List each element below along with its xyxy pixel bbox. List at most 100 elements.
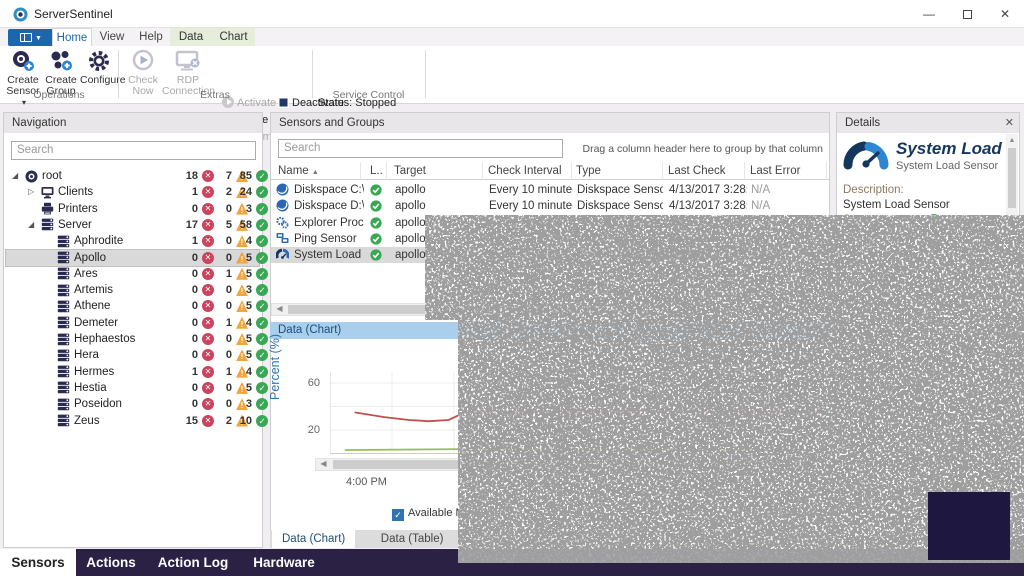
navigation-panel-header: Navigation — [4, 113, 262, 133]
configure-button[interactable]: Configure — [80, 48, 118, 92]
tree-item-hermes[interactable]: Hermes1✕1!4✓ — [6, 364, 259, 380]
rdp-connection-button[interactable]: RDP Connection — [162, 48, 214, 92]
sensor-row-diskspace-c--[interactable]: Diskspace C:\apolloEvery 10 minute(s)Dis… — [271, 182, 829, 198]
scroll-thumb[interactable] — [1008, 148, 1016, 208]
legend-checkbox[interactable]: ✓ — [755, 509, 767, 521]
ok-count-icon: ✓ — [256, 366, 268, 378]
sensor-row-ping-sensor[interactable]: Ping SensorapolloEvery 10 minute(s)Ping … — [271, 231, 829, 247]
footer-tabbar: SensorsActionsAction LogHardware — [0, 549, 1024, 576]
sensor-row-system-load[interactable]: System LoadapolloEvery 10 minute(s)Syste… — [271, 247, 829, 263]
sort-ascending-icon: ▲ — [312, 169, 319, 176]
subtab-data--chart-[interactable]: Data (Chart) — [272, 530, 355, 548]
ribbon-tab-view[interactable]: View — [92, 28, 132, 46]
create-group-button[interactable]: Create Group — [42, 48, 80, 92]
ribbon-tab-home[interactable]: Home — [52, 28, 92, 46]
ribbon: Create Sensor ▾ Create Group Configure O… — [0, 46, 1024, 104]
ok-count-icon: ✓ — [256, 333, 268, 345]
sensors-panel-header: Sensors and Groups — [271, 113, 829, 133]
ping-sensor-icon — [276, 232, 289, 248]
description-label: Description: — [843, 184, 904, 196]
state-value: Activated — [928, 214, 993, 227]
column-header-l--[interactable]: L.. — [367, 162, 387, 180]
tree-item-hestia[interactable]: Hestia0✕0!5✓ — [6, 380, 259, 396]
tree-item-hera[interactable]: Hera0✕0!5✓ — [6, 347, 259, 363]
legend-item: ✓Available Memory (%) — [392, 506, 515, 520]
ok-count-icon: ✓ — [256, 382, 268, 394]
tree-item-aphrodite[interactable]: Aphrodite1✕0!4✓ — [6, 233, 259, 249]
check-now-button[interactable]: Check Now — [124, 48, 162, 92]
legend-checkbox[interactable]: ✓ — [392, 509, 404, 521]
details-vscrollbar[interactable]: ▲ — [1006, 134, 1018, 546]
tree-item-artemis[interactable]: Artemis0✕0!3✓ — [6, 282, 259, 298]
minimize-button[interactable]: — — [910, 0, 948, 28]
operations-group-label: Operations — [0, 89, 118, 101]
ribbon-tab-row: ▼ HomeViewHelpDataChart — [0, 28, 1024, 46]
ok-count-icon: ✓ — [256, 415, 268, 427]
footer-tab-sensors[interactable]: Sensors — [0, 549, 76, 576]
footer-tab-hardware[interactable]: Hardware — [240, 549, 328, 576]
ok-count-icon: ✓ — [256, 186, 268, 198]
chart-plot — [330, 362, 826, 458]
column-header-target[interactable]: Target — [391, 162, 483, 180]
create-sensor-icon — [4, 49, 42, 73]
tree-item-demeter[interactable]: Demeter0✕1!4✓ — [6, 315, 259, 331]
subtab-data--table-[interactable]: Data (Table) — [371, 530, 454, 548]
ok-count-icon: ✓ — [256, 252, 268, 264]
footer-tab-actions[interactable]: Actions — [76, 549, 146, 576]
scroll-thumb[interactable] — [333, 460, 813, 469]
sensors-hscrollbar[interactable]: ◀ — [271, 303, 829, 316]
details-close-icon[interactable]: ✕ — [1005, 116, 1014, 129]
sensor-row-explorer-process[interactable]: Explorer ProcessapolloEvery 10 minute(s)… — [271, 215, 829, 231]
details-sensor-title: System Load — [896, 139, 1002, 159]
tree-item-root[interactable]: ◢root18✕7!85✓ — [6, 168, 259, 184]
sensor-row-diskspace-d--[interactable]: Diskspace D:\apolloEvery 10 minute(s)Dis… — [271, 198, 829, 214]
ok-count-icon: ✓ — [256, 300, 268, 312]
close-button[interactable]: ✕ — [986, 0, 1024, 28]
column-header-type[interactable]: Type — [573, 162, 663, 180]
tree-item-apollo[interactable]: Apollo0✕0!5✓ — [6, 250, 259, 266]
ribbon-tab-help[interactable]: Help — [132, 28, 170, 46]
navigation-search-input[interactable]: Search — [11, 141, 256, 160]
tree-item-zeus[interactable]: Zeus15✕2!10✓ — [6, 413, 259, 429]
series-line-available-memory---- — [345, 449, 824, 450]
tree-item-printers[interactable]: Printers0✕0!3✓ — [6, 201, 259, 217]
footer-tab-action-log[interactable]: Action Log — [146, 549, 240, 576]
app-menu-button[interactable]: ▼ — [8, 29, 54, 46]
state-label: State: — [843, 214, 873, 226]
tree-item-server[interactable]: ◢Server17✕5!58✓ — [6, 217, 259, 233]
check-now-icon — [124, 49, 162, 73]
expander-expanded-icon[interactable]: ◢ — [28, 217, 34, 233]
data-chart-band: Data (Chart) — [270, 322, 830, 339]
tree-item-poseidon[interactable]: Poseidon0✕0!3✓ — [6, 396, 259, 412]
ribbon-tab-data[interactable]: Data — [170, 28, 212, 46]
rdp-connection-icon — [162, 49, 214, 73]
scroll-up-icon[interactable]: ▲ — [1006, 135, 1018, 147]
chart-hscrollbar[interactable]: ◀ — [315, 458, 826, 471]
create-sensor-button[interactable]: Create Sensor ▾ — [4, 48, 42, 92]
tree-item-athene[interactable]: Athene0✕0!5✓ — [6, 298, 259, 314]
maximize-button[interactable] — [948, 0, 986, 28]
expander-collapsed-icon[interactable]: ▷ — [28, 184, 34, 200]
create-group-icon — [42, 49, 80, 73]
expander-expanded-icon[interactable]: ◢ — [12, 168, 18, 184]
status-ok-icon — [370, 249, 382, 265]
scroll-left-icon[interactable]: ◀ — [316, 459, 331, 470]
sensors-table-header: Name ▲ L..TargetCheck IntervalTypeLast Ch… — [271, 162, 829, 180]
navigation-tree: ◢root18✕7!85✓▷Clients1✕2!24✓Printers0✕0!… — [4, 167, 262, 547]
group-separator — [425, 50, 426, 98]
tree-item-hephaestos[interactable]: Hephaestos0✕0!5✓ — [6, 331, 259, 347]
system-load-gauge-icon — [843, 138, 889, 170]
navigation-panel: Navigation Search ◢root18✕7!85✓▷Clients1… — [3, 112, 263, 548]
tree-item-clients[interactable]: ▷Clients1✕2!24✓ — [6, 184, 259, 200]
column-header-name[interactable]: Name ▲ — [275, 162, 361, 180]
tree-item-ares[interactable]: Ares0✕1!5✓ — [6, 266, 259, 282]
app-menu-icon — [20, 33, 32, 42]
ribbon-tab-chart[interactable]: Chart — [212, 28, 255, 46]
column-header-last-error[interactable]: Last Error — [747, 162, 827, 180]
x-tick-label: 5:00 PM — [601, 476, 642, 488]
sensors-search-input[interactable]: Search — [278, 139, 563, 158]
column-header-last-check[interactable]: Last Check — [665, 162, 745, 180]
scroll-left-icon[interactable]: ◀ — [272, 304, 287, 315]
column-header-check-interval[interactable]: Check Interval — [485, 162, 572, 180]
scroll-thumb[interactable] — [288, 305, 638, 314]
